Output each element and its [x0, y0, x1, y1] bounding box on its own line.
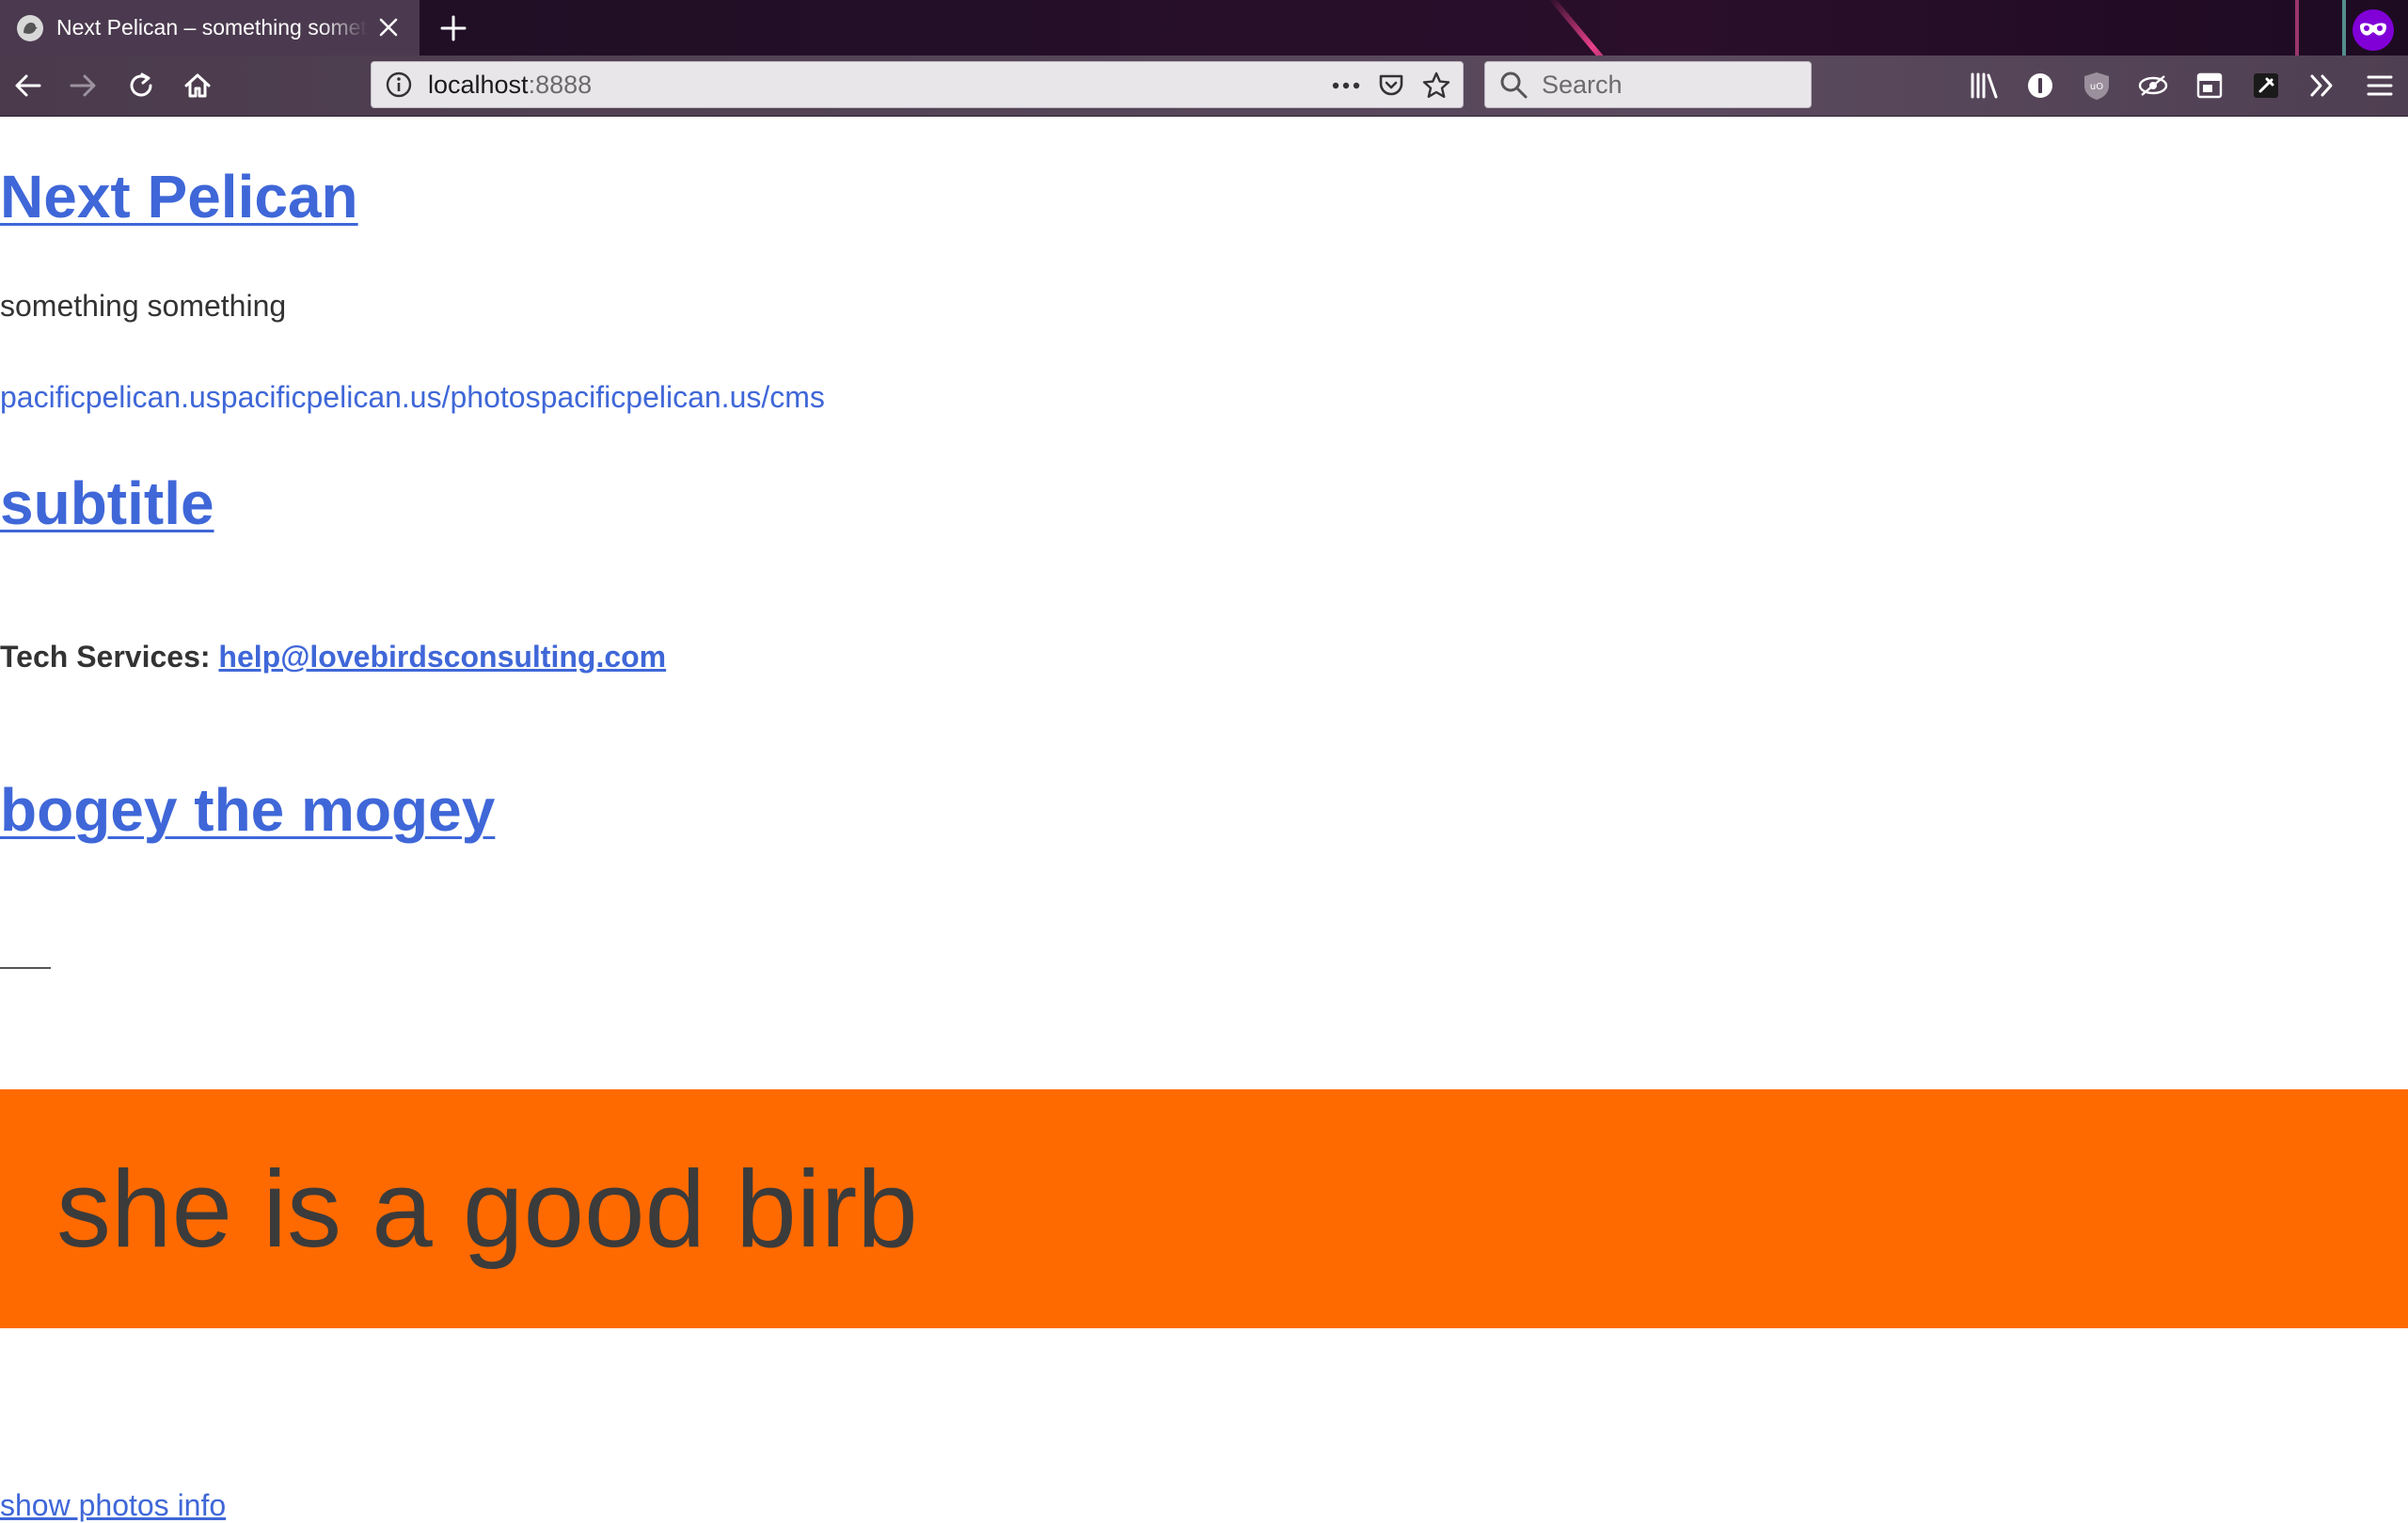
search-box[interactable] — [1484, 61, 1812, 108]
extension-window-icon[interactable] — [2191, 67, 2228, 104]
site-links: pacificpelican.uspacificpelican.us/photo… — [0, 380, 825, 415]
private-browsing-mask-icon — [2353, 9, 2394, 51]
subtitle-heading-link[interactable]: subtitle — [0, 468, 214, 538]
tab-strip: Next Pelican – something something — [0, 0, 2408, 56]
link-photos[interactable]: pacificpelican.us/photos — [221, 380, 541, 414]
ublock-extension-icon[interactable]: uO — [2078, 67, 2115, 104]
bottom-link[interactable]: show photos info — [0, 1488, 226, 1523]
overflow-chevrons-icon[interactable] — [2304, 67, 2341, 104]
bogey-heading-link[interactable]: bogey the mogey — [0, 775, 495, 845]
url-text: localhost:8888 — [428, 71, 592, 100]
home-icon[interactable] — [179, 67, 216, 104]
theme-decoration — [2295, 0, 2299, 56]
navigation-toolbar: localhost:8888 uO — [0, 56, 2408, 117]
svg-text:uO: uO — [2090, 82, 2103, 92]
link-cms[interactable]: pacificpelican.us/cms — [541, 380, 825, 414]
url-host: localhost — [428, 70, 529, 99]
site-tagline: something something — [0, 289, 287, 323]
banner-text: she is a good birb — [56, 1148, 918, 1270]
bookmark-star-icon[interactable] — [1419, 70, 1453, 102]
url-port: :8888 — [528, 70, 593, 99]
reload-icon[interactable] — [122, 67, 160, 104]
address-bar[interactable]: localhost:8888 — [371, 61, 1464, 108]
site-title-link[interactable]: Next Pelican — [0, 162, 358, 231]
browser-tab-active[interactable]: Next Pelican – something something — [0, 0, 420, 56]
search-input[interactable] — [1540, 69, 1807, 101]
page-actions-ellipsis-icon[interactable] — [1329, 70, 1363, 102]
theme-decoration — [1547, 0, 1638, 56]
site-info-icon[interactable] — [383, 69, 415, 101]
forward-arrow-icon[interactable] — [64, 67, 102, 104]
link-home[interactable]: pacificpelican.us — [0, 380, 221, 414]
pelican-favicon-icon — [17, 14, 43, 41]
back-arrow-icon[interactable] — [9, 67, 47, 104]
orange-banner: she is a good birb — [0, 1089, 2408, 1328]
pocket-icon[interactable] — [1374, 70, 1408, 102]
new-tab-plus-icon[interactable] — [435, 9, 472, 47]
tech-services-label: Tech Services: — [0, 640, 211, 674]
search-icon — [1497, 68, 1530, 102]
tab-title: Next Pelican – something something — [56, 15, 367, 40]
extension-eye-icon[interactable] — [2134, 67, 2172, 104]
theme-decoration — [2342, 0, 2346, 56]
library-icon[interactable] — [1966, 67, 2004, 104]
tech-services-email-link[interactable]: help@lovebirdsconsulting.com — [218, 640, 666, 674]
extension-pin-icon[interactable] — [2247, 67, 2285, 104]
close-tab-icon[interactable] — [374, 13, 403, 41]
onepassword-extension-icon[interactable] — [2021, 67, 2059, 104]
hamburger-menu-icon[interactable] — [2361, 67, 2399, 104]
page-content: Next Pelican something something pacific… — [0, 117, 2408, 1522]
divider — [0, 967, 51, 969]
tech-services-line: Tech Services: help@lovebirdsconsulting.… — [0, 640, 666, 674]
